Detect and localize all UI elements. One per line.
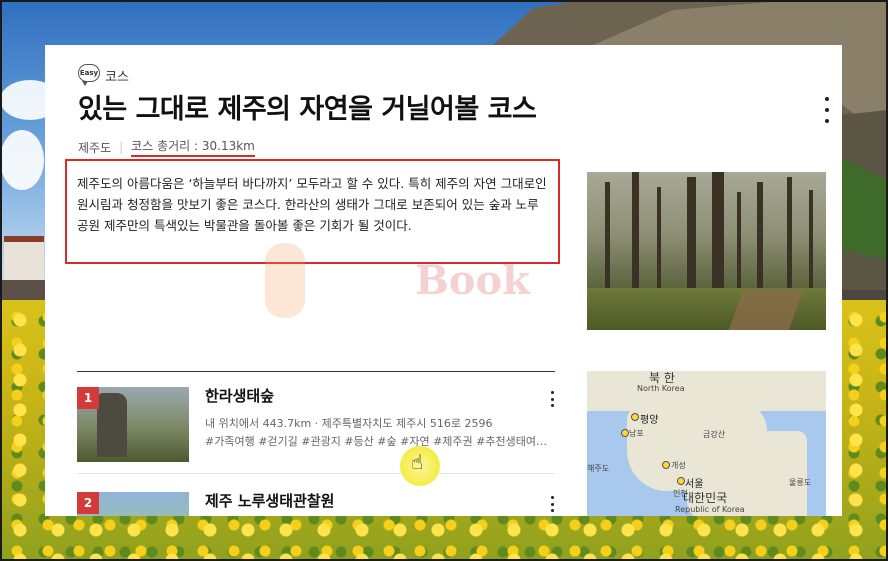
place-name[interactable]: 한라생태숲: [205, 385, 274, 406]
meta-separator: |: [119, 140, 124, 154]
map-label: Republic of Korea: [675, 505, 745, 514]
list-divider: [77, 371, 555, 372]
map-label: North Korea: [637, 384, 685, 393]
more-options-icon[interactable]: [823, 97, 831, 123]
map-label: 금강산: [703, 430, 726, 439]
map-label: 개성: [671, 461, 686, 470]
house: [4, 236, 44, 286]
place-name[interactable]: 제주 노루생태관찰원: [205, 490, 334, 511]
city-marker-icon: [621, 429, 629, 437]
course-map[interactable]: 북 한 North Korea 평양 남포 금강산 해주도 개성 서울 인천 대…: [587, 371, 826, 516]
course-distance: 코스 총거리 : 30.13km: [131, 137, 255, 157]
page-title: 있는 그대로 제주의 자연을 거닐어볼 코스: [78, 94, 537, 125]
map-label: 남포: [629, 429, 644, 438]
place-item[interactable]: 2 제주 노루생태관찰원: [77, 490, 555, 516]
place-address: 내 위치에서 443.7km · 제주특별자치도 제주시 516로 2596: [205, 417, 493, 430]
course-meta: 제주도 | 코스 총거리 : 30.13km: [78, 137, 255, 157]
place-number-badge: 2: [77, 492, 99, 514]
watermark-text: Book: [415, 257, 530, 304]
map-label: 울릉도: [789, 478, 812, 487]
cloud: [0, 130, 44, 190]
map-label: 평양: [640, 415, 659, 426]
category: Easy 코스: [78, 60, 129, 86]
city-marker-icon: [662, 461, 670, 469]
place-item[interactable]: 1 한라생태숲 내 위치에서 443.7km · 제주특별자치도 제주시 516…: [77, 385, 555, 480]
place-tags: #가족여행 #걷기길 #관광지 #등산 #숲 #자연 #제주권 #추천생태여…: [205, 435, 547, 448]
more-options-icon[interactable]: [549, 391, 555, 407]
map-label: 서울: [685, 479, 704, 490]
course-card: Easy 코스 있는 그대로 제주의 자연을 거닐어볼 코스 제주도 | 코스 …: [45, 45, 842, 516]
map-label: 대한민국: [683, 491, 728, 505]
more-options-icon[interactable]: [549, 496, 555, 512]
map-label: 해주도: [587, 464, 610, 473]
hand-cursor-icon: ☝: [411, 450, 424, 474]
item-divider: [77, 473, 555, 474]
city-marker-icon: [677, 477, 685, 485]
watermark-figure-icon: [265, 243, 305, 318]
forest-photo[interactable]: [587, 172, 826, 330]
easy-badge-icon: Easy: [78, 63, 100, 86]
region-label: 제주도: [78, 140, 112, 155]
category-label: 코스: [105, 70, 129, 85]
place-number-badge: 1: [77, 387, 99, 409]
city-marker-icon: [631, 413, 639, 421]
